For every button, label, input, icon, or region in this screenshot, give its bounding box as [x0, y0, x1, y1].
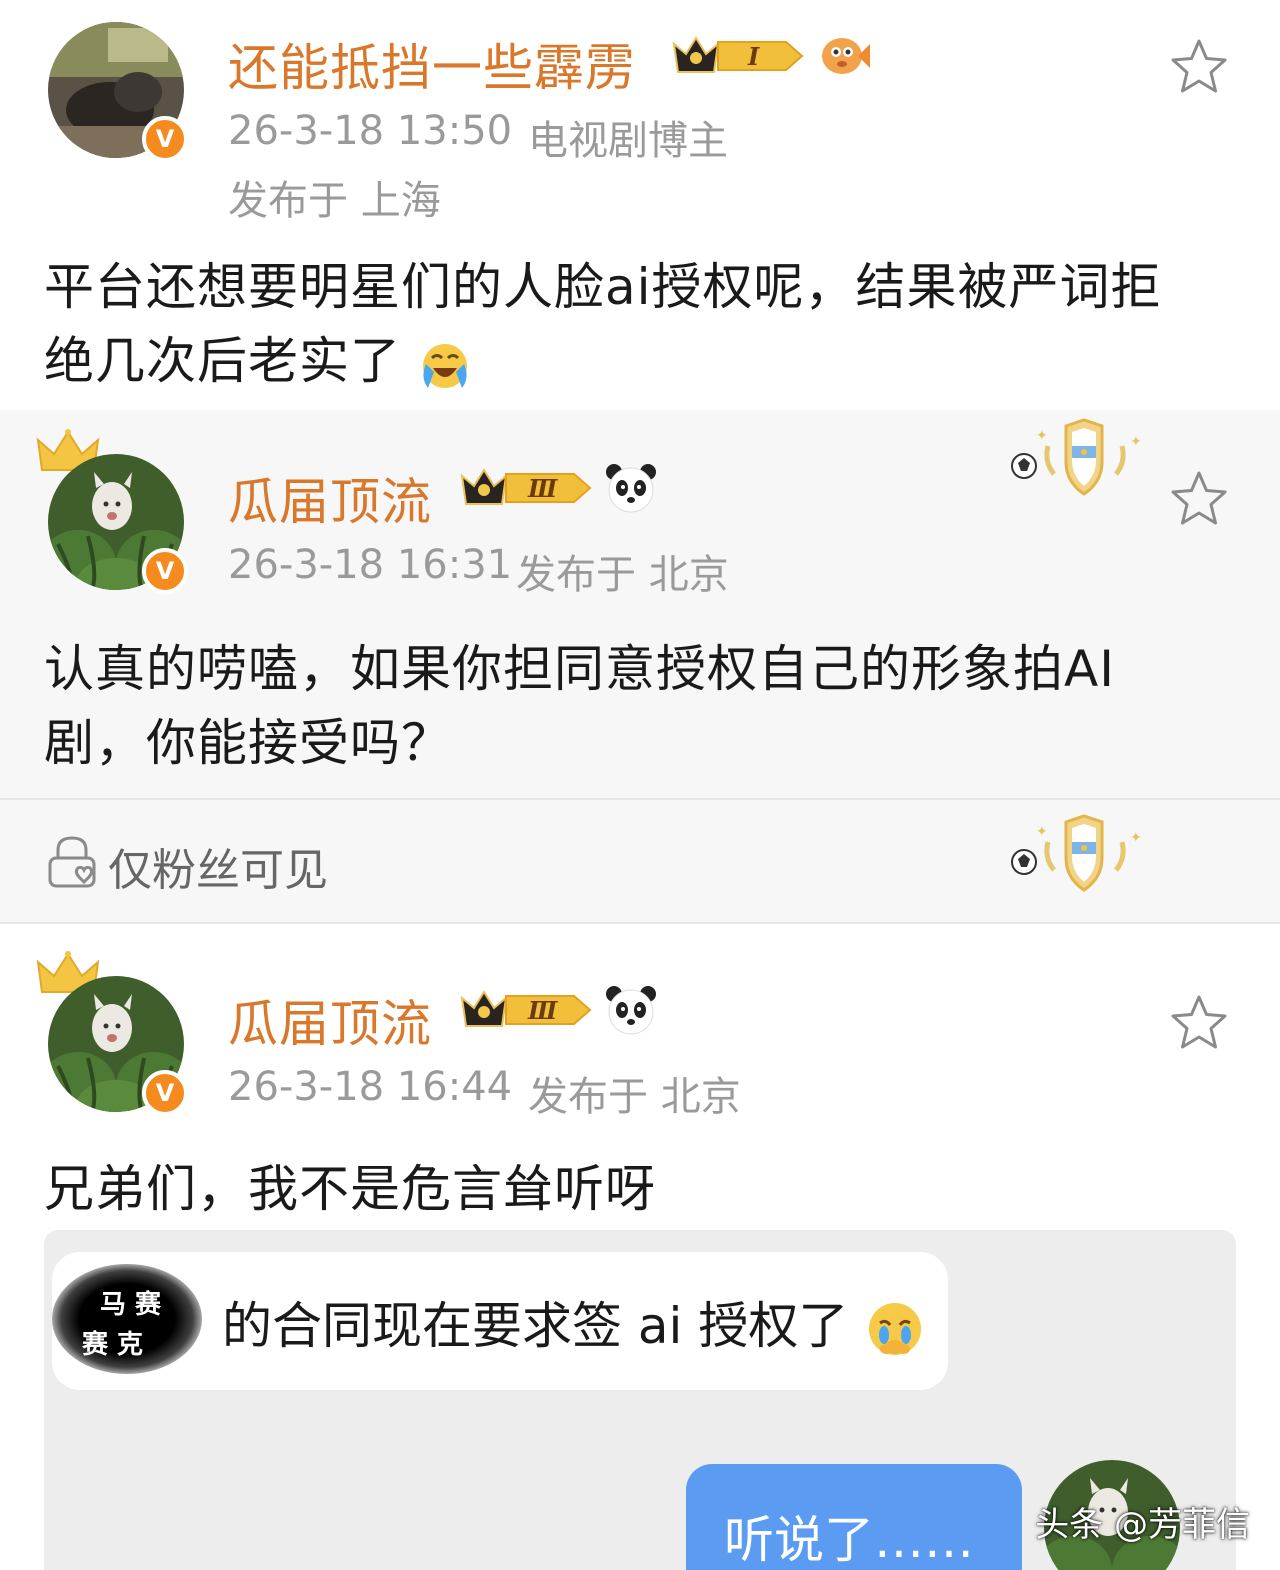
user-avatar[interactable]: V: [48, 22, 188, 162]
post-3: V 瓜届顶流 Ⅲ 26-3-18 16:44 发布于 北京 兄弟们，我不是危言耸…: [0, 924, 1280, 1570]
post-timestamp: 26-3-18 16:44: [228, 1064, 513, 1110]
username[interactable]: 还能抵挡一些霹雳: [228, 28, 636, 100]
star-outline-icon[interactable]: [1168, 992, 1230, 1054]
fans-only-notice: 仅粉丝可见 ✦ ✦: [0, 798, 1280, 924]
post-location: 发布于 上海: [228, 178, 441, 224]
incoming-message-text: 的合同现在要求签 ai 授权了: [222, 1286, 926, 1361]
star-outline-icon[interactable]: [1168, 468, 1230, 530]
lock-heart-icon: [48, 836, 96, 888]
vip-badge-icon: I: [672, 36, 804, 73]
verified-v-icon: V: [142, 548, 188, 594]
post-content: 认真的唠嗑，如果你担同意授权自己的形象拍AI 剧，你能接受吗？: [44, 632, 1244, 780]
shield-medal-icon: ✦ ✦: [1011, 418, 1142, 496]
svg-text:✦: ✦: [1036, 824, 1048, 840]
post-content: 兄弟们，我不是危言耸听呀: [44, 1160, 656, 1218]
vip-badge-icon: Ⅲ: [460, 468, 592, 505]
outgoing-message-bubble: 听说了……: [686, 1464, 1022, 1570]
redacted-text: 赛 克: [82, 1330, 144, 1360]
vip-level: Ⅲ: [527, 996, 558, 1025]
post-content-line: 认真的唠嗑，如果你担同意授权自己的形象拍AI: [44, 640, 1115, 698]
vip-level: I: [747, 42, 760, 71]
vip-badge-icon: Ⅲ: [460, 990, 592, 1027]
star-outline-icon[interactable]: [1168, 36, 1230, 98]
fish-emoji-icon: [822, 38, 870, 74]
post-timestamp: 26-3-18 16:31: [228, 542, 513, 588]
post-location: 发布于 北京: [528, 1074, 741, 1120]
incoming-message-bubble: 马 赛 赛 克 的合同现在要求签 ai 授权了: [52, 1252, 948, 1390]
svg-text:✦: ✦: [1130, 830, 1142, 846]
post-content-line: 平台还想要明星们的人脸ai授权呢，结果被严词拒: [44, 258, 1162, 316]
panda-emoji-icon: [606, 464, 656, 513]
post-1: V 还能抵挡一些霹雳 I 26-3-18 13:50 电视剧博主 发布于 上海 …: [0, 0, 1280, 410]
user-avatar[interactable]: V: [48, 976, 188, 1116]
svg-text:✦: ✦: [1036, 428, 1048, 444]
post-content-line: 绝几次后老实了: [44, 332, 401, 390]
fans-only-label: 仅粉丝可见: [108, 845, 328, 896]
crying-emoji-icon: [869, 1302, 922, 1355]
outgoing-message-text: 听说了……: [724, 1511, 974, 1569]
verified-v-icon: V: [142, 116, 188, 162]
verified-v-icon: V: [142, 1070, 188, 1116]
post-2: V 瓜届顶流 Ⅲ ✦ ✦ 26-3-18 16:31 发布于 北京 认真的唠嗑，…: [0, 410, 1280, 798]
svg-text:✦: ✦: [1130, 434, 1142, 450]
user-avatar[interactable]: V: [48, 454, 188, 594]
redacted-text: 马 赛: [100, 1290, 162, 1320]
crying-laughing-emoji-icon: [422, 343, 467, 388]
username[interactable]: 瓜届顶流: [228, 462, 432, 534]
post-timestamp: 26-3-18 13:50: [228, 108, 513, 154]
incoming-message-label: 的合同现在要求签 ai 授权了: [222, 1297, 849, 1355]
panda-emoji-icon: [606, 986, 656, 1035]
vip-level: Ⅲ: [527, 474, 558, 503]
shield-medal-icon: ✦ ✦: [1011, 814, 1142, 892]
post-content: 平台还想要明星们的人脸ai授权呢，结果被严词拒 绝几次后老实了: [44, 250, 1244, 398]
post-location: 发布于 北京: [516, 552, 729, 598]
redacted-name-blur: 马 赛 赛 克: [52, 1264, 202, 1374]
username[interactable]: 瓜届顶流: [228, 984, 432, 1056]
author-role: 电视剧博主: [528, 118, 728, 164]
post-content-line: 剧，你能接受吗？: [44, 714, 452, 772]
watermark: 头条 @芳菲信: [1035, 1505, 1250, 1545]
